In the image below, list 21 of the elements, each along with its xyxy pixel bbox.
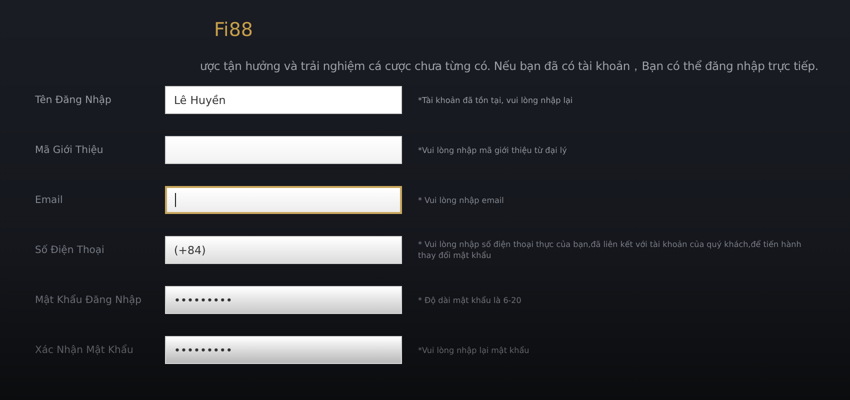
field-label: Số Điện Thoại bbox=[35, 244, 106, 256]
field-label: Xác Nhận Mật Khẩu bbox=[35, 344, 134, 356]
field-label: Mã Giới Thiệu bbox=[35, 144, 104, 156]
input-field[interactable]: Lê Huyền bbox=[165, 86, 402, 114]
field-label: Email bbox=[35, 194, 64, 206]
page-title: Fi88 bbox=[214, 18, 254, 42]
input-field[interactable] bbox=[165, 186, 402, 214]
intro-text: ược tận hưởng và trải nghiệm cá cược chưa từng có. Nếu bạn đã có tài khoản，Bạn có thể đăng nhập trực tiếp. bbox=[200, 59, 820, 74]
hint-text: * Vui lòng nhập email bbox=[418, 194, 505, 206]
hint-text: *Tài khoản đã tồn tại, vui lòng nhập lại bbox=[418, 94, 574, 106]
input-field[interactable] bbox=[165, 136, 402, 164]
hint-text: *Vui lòng nhập lại mật khẩu bbox=[418, 344, 530, 356]
text-cursor bbox=[175, 193, 176, 207]
input-field[interactable]: (+84) bbox=[165, 236, 402, 264]
hint-text: * Vui lòng nhập số điện thoại thực của bạn,đã liên kết với tài khoản của quý khách,để tiến hành thay đổi mật khẩu bbox=[418, 239, 802, 261]
input-field[interactable]: ••••••••• bbox=[165, 336, 402, 364]
field-label: Mật Khẩu Đăng Nhập bbox=[35, 294, 142, 306]
input-field[interactable]: ••••••••• bbox=[165, 286, 402, 314]
hint-text: * Độ dài mật khẩu là 6-20 bbox=[418, 294, 522, 306]
hint-text: *Vui lòng nhập mã giới thiệu từ đại lý bbox=[418, 144, 568, 156]
field-label: Tên Đăng Nhập bbox=[35, 94, 112, 106]
